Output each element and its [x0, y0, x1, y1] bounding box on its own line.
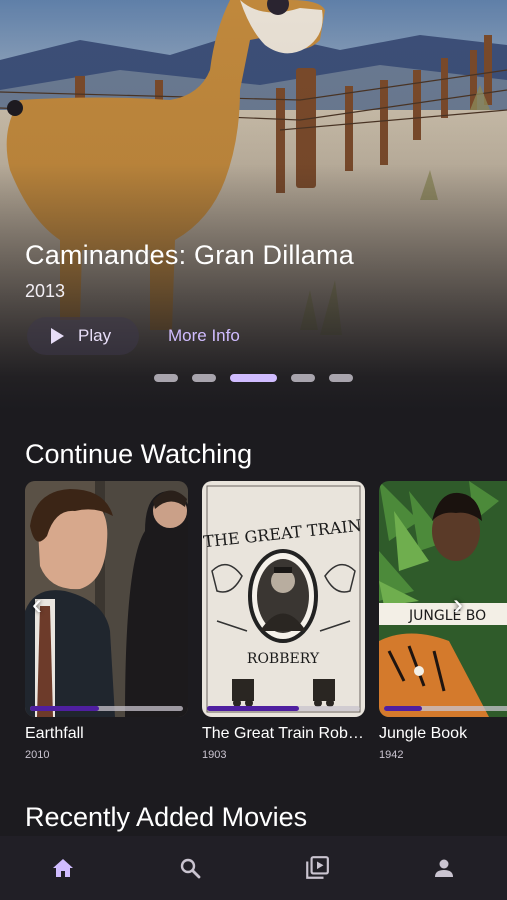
poster-banner-text: JUNGLE BO	[408, 608, 486, 624]
media-card[interactable]: Earthfall 2010	[25, 481, 188, 761]
play-icon	[51, 328, 64, 344]
scroll-left-arrow-icon[interactable]: ‹	[32, 590, 42, 620]
more-info-button[interactable]: More Info	[152, 317, 256, 355]
play-button[interactable]: Play	[27, 317, 139, 355]
carousel-dot[interactable]	[291, 374, 315, 382]
carousel-indicator	[0, 374, 507, 384]
recently-added-heading: Recently Added Movies	[25, 802, 308, 832]
card-year: 1903	[202, 749, 227, 761]
nav-profile[interactable]	[414, 848, 474, 888]
hero-banner[interactable]: Caminandes: Gran Dillama 2013 Play More …	[0, 0, 507, 410]
library-icon	[306, 856, 329, 879]
card-year: 1942	[379, 749, 404, 761]
card-year: 2010	[25, 749, 50, 761]
carousel-dot[interactable]	[192, 374, 216, 382]
nav-library[interactable]	[287, 848, 347, 888]
nav-home[interactable]	[33, 848, 93, 888]
card-title: The Great Train Rob…	[202, 725, 364, 742]
watch-progress-bar	[384, 706, 507, 711]
scroll-right-arrow-icon[interactable]: ›	[453, 590, 463, 620]
card-title: Jungle Book	[379, 725, 468, 742]
watch-progress-fill	[384, 706, 423, 711]
watch-progress-fill	[30, 706, 99, 711]
poster-image	[25, 481, 188, 717]
watch-progress-bar	[30, 706, 183, 711]
poster-earthfall[interactable]	[25, 481, 188, 717]
carousel-dot[interactable]	[329, 374, 353, 382]
hero-title: Caminandes: Gran Dillama	[25, 240, 354, 270]
watch-progress-fill	[207, 706, 299, 711]
media-card[interactable]: JUNGLE BO Jungle Book 1942	[379, 481, 507, 761]
card-title: Earthfall	[25, 725, 84, 742]
poster-great-train-robbery[interactable]: THE GREAT TRAIN ROBBERY	[202, 481, 365, 717]
media-card[interactable]: THE GREAT TRAIN ROBBERY The Great Train …	[202, 481, 365, 761]
carousel-dot[interactable]	[154, 374, 178, 382]
home-icon	[53, 859, 74, 877]
nav-search[interactable]	[160, 848, 220, 888]
person-icon	[434, 859, 453, 877]
watch-progress-bar	[207, 706, 360, 711]
continue-watching-heading: Continue Watching	[25, 439, 253, 469]
continue-watching-row[interactable]: Earthfall 2010 THE GREAT TRAIN ROBBERY T…	[0, 481, 507, 771]
poster-image: JUNGLE BO	[379, 481, 507, 717]
carousel-dot-active[interactable]	[230, 374, 277, 382]
poster-jungle-book[interactable]: JUNGLE BO	[379, 481, 507, 717]
poster-text-bottom: ROBBERY	[247, 651, 320, 667]
play-button-label: Play	[78, 326, 112, 345]
search-icon	[180, 858, 201, 879]
bottom-navigation	[0, 836, 507, 900]
poster-image: THE GREAT TRAIN ROBBERY	[202, 481, 365, 717]
hero-year: 2013	[25, 281, 66, 301]
